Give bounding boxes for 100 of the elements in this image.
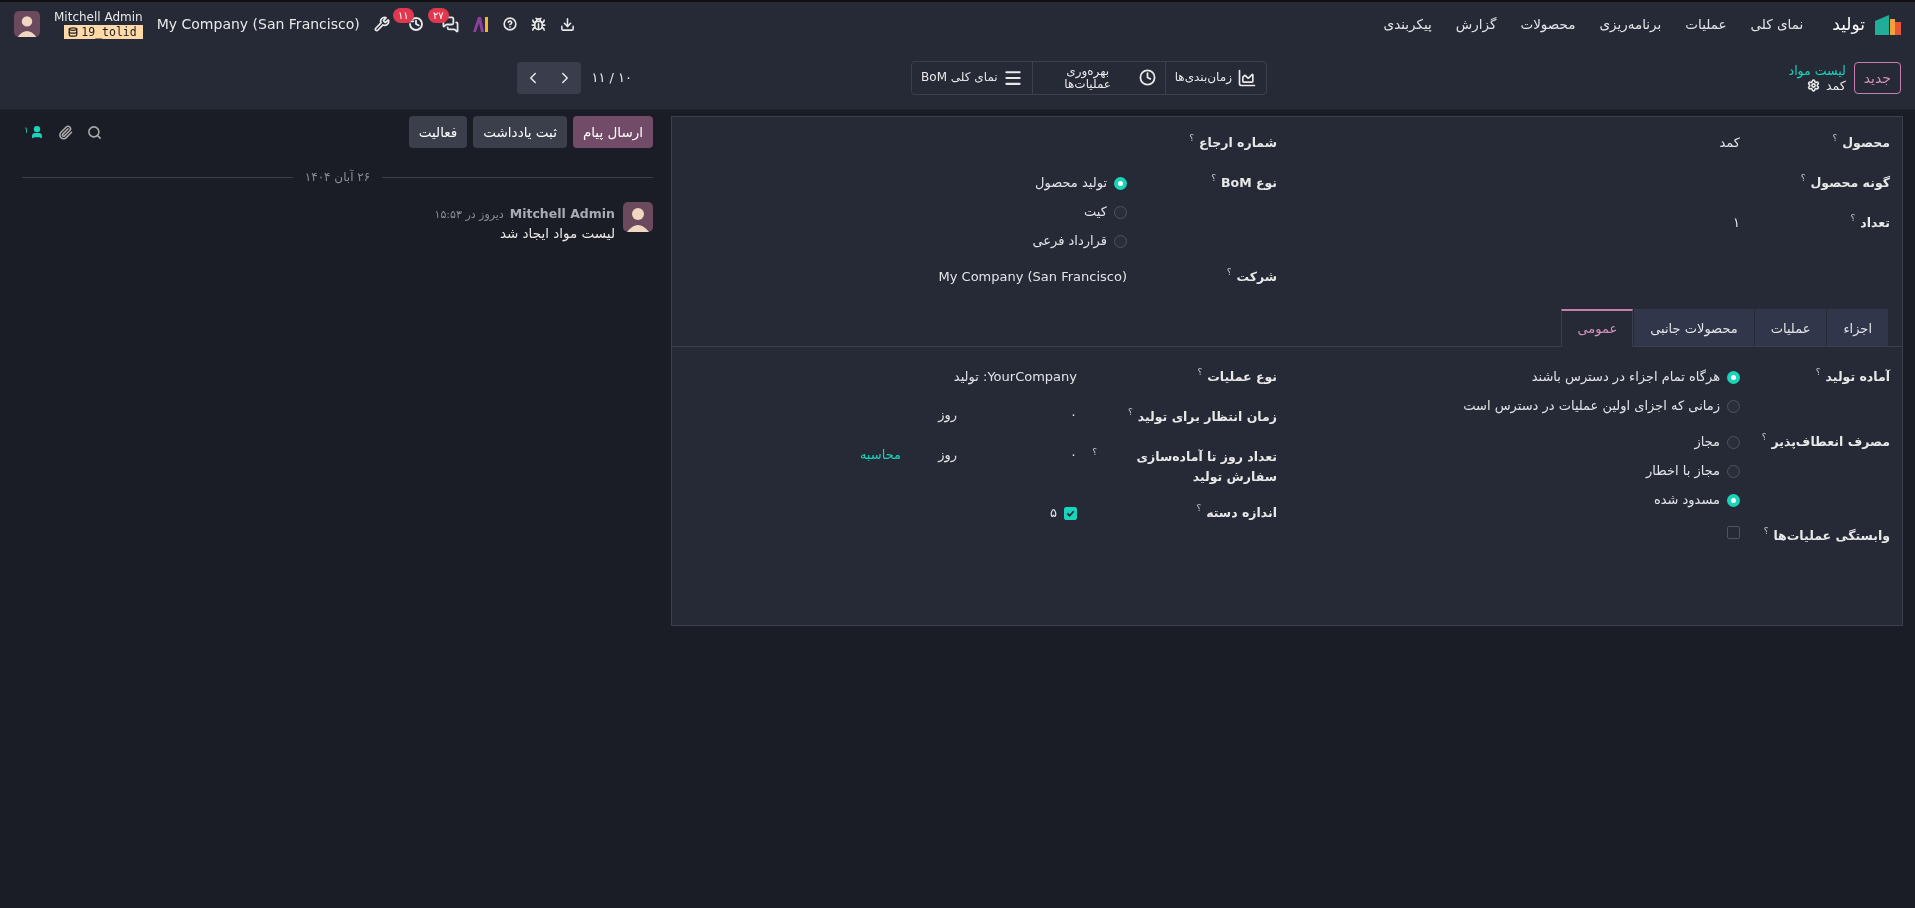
view-button[interactable]: نمای کلی BoM [912,61,1032,94]
radio-label[interactable]: کیت [1084,202,1107,222]
field-label: شرکت [1236,268,1277,286]
help-icon[interactable]: ؟ [1127,407,1133,417]
date-separator: ۲۶ آبان ۱۴۰۴ [304,170,371,184]
menu-item[interactable]: پیکربندی [1374,16,1441,32]
field-label: محصول [1842,134,1890,152]
help-icon[interactable]: ؟ [1092,447,1097,457]
field-value: ۰ [1069,447,1077,462]
help-icon[interactable]: ؟ [1211,173,1216,183]
chatter-button[interactable]: ارسال پیام [572,116,653,148]
menu-item[interactable]: گزارش [1446,16,1506,32]
field-label: نوع BoM [1221,174,1277,192]
help-icon[interactable]: ؟ [1226,267,1232,277]
field-value: ۱ [1732,214,1740,232]
field-label: تعداد [1860,214,1890,232]
radio-button[interactable] [1727,435,1740,449]
menu-item[interactable]: عملیات [1676,16,1736,32]
view-button[interactable]: زمان‌بندی‌ها [1164,61,1266,94]
message-body: لیست مواد ایجاد شد [498,225,615,241]
radio-label[interactable]: مجاز [1694,432,1720,452]
checkbox[interactable] [1727,526,1740,539]
help-icon[interactable]: ؟ [1197,367,1203,377]
tab[interactable]: اجزاء [1827,309,1888,347]
unit-label: روز [936,447,957,462]
radio-button[interactable] [1727,370,1740,384]
avatar-icon [14,11,40,37]
help-icon[interactable]: ؟ [1800,173,1806,183]
help-icon[interactable] [502,17,517,31]
company-name[interactable]: My Company (San Francisco) [156,16,360,32]
counter-badge: ۲۷ [427,7,449,23]
help-icon[interactable]: ؟ [1761,432,1767,442]
area-chart-icon [1237,67,1257,88]
field-label: وابستگی عملیات‌ها [1773,527,1890,545]
menu-item[interactable]: محصولات [1511,16,1585,32]
field-value: YourCompany: تولید [952,368,1077,387]
compute-link[interactable]: محاسبه [859,447,901,462]
radio-button[interactable] [1114,234,1127,248]
field-value: ۵ [1050,504,1057,522]
field-value: کمد [1718,134,1740,152]
message-author: Mitchell Admin [509,206,615,221]
unit-label: روز [936,407,957,422]
bug-icon[interactable] [530,16,546,32]
chatter-button[interactable]: فعالیت [408,116,468,148]
tools-icon[interactable] [373,16,390,32]
ai-logo-icon[interactable] [472,16,489,32]
field-value: My Company (San Francisco) [937,268,1127,286]
search-icon[interactable] [86,124,102,140]
counter-badge: ۱۱ [392,8,414,23]
clock-icon[interactable] [407,16,424,32]
radio-button[interactable] [1114,176,1127,190]
menu-item[interactable]: برنامه‌ریزی [1590,16,1671,32]
pager-counter[interactable]: ۱۰ / ۱۱ [591,70,633,85]
app-name[interactable]: تولید [1832,14,1865,34]
field-label: آماده تولید [1825,368,1890,386]
radio-label[interactable]: مسدود شده [1653,490,1720,510]
settings-icon[interactable] [1807,78,1820,92]
radio-button[interactable] [1727,493,1740,507]
help-icon[interactable]: ؟ [1196,503,1202,513]
radio-label[interactable]: مجاز با اخطار [1646,461,1720,481]
help-icon[interactable]: ؟ [1850,213,1856,223]
chat-icon[interactable] [441,15,459,33]
paperclip-icon[interactable] [57,124,73,140]
database-badge[interactable]: 19_tolid [64,24,143,39]
field-label: زمان انتظار برای تولید [1137,408,1277,426]
help-icon[interactable]: ؟ [1815,367,1821,377]
field-label: تعداد روز تا آماده‌سازی سفارش تولید [1135,448,1277,486]
field-label: شماره ارجاع [1199,134,1277,152]
followers-button[interactable]: ۱ [24,125,44,139]
user-name[interactable]: Mitchell Admin [54,9,143,24]
radio-button[interactable] [1114,205,1127,219]
checkbox[interactable] [1064,506,1077,520]
radio-label[interactable]: زمانی که اجزای اولین عملیات در دسترس است [1463,396,1720,416]
breadcrumb-link[interactable]: لیست مواد [1788,62,1846,78]
clock-icon [1138,69,1156,86]
field-label: نوع عملیات [1207,368,1277,386]
new-button[interactable]: جدید [1853,61,1901,94]
field-value: ۰ [1069,407,1077,422]
radio-label[interactable]: تولید محصول [1035,173,1107,193]
field-label: اندازه دسته [1206,504,1277,522]
field-label: گونه محصول [1810,174,1890,192]
chatter-button[interactable]: ثبت یادداشت [473,116,567,148]
help-icon[interactable]: ؟ [1763,526,1769,536]
radio-label[interactable]: قرارداد فرعی [1032,231,1107,251]
app-logo-icon[interactable] [1875,13,1901,35]
tab[interactable]: عملیات [1754,309,1827,347]
radio-button[interactable] [1727,399,1740,413]
help-icon[interactable]: ؟ [1189,133,1194,143]
avatar-icon [623,202,653,232]
menu-item[interactable]: نمای کلی [1741,16,1813,32]
radio-label[interactable]: هرگاه تمام اجزاء در دسترس باشند [1531,367,1720,387]
download-icon[interactable] [559,16,575,32]
breadcrumb-current: کمد [1826,77,1846,93]
tab[interactable]: عمومی [1561,309,1634,347]
message-time: دیروز در ۱۵:۵۳ [434,208,504,221]
field-label: مصرف انعطاف‌پذیر [1771,433,1890,451]
help-icon[interactable]: ؟ [1832,133,1838,143]
view-button[interactable]: بهره‌وری عملیات‌ها [1031,61,1165,94]
radio-button[interactable] [1727,464,1740,478]
tab[interactable]: محصولات جانبی [1634,309,1754,347]
